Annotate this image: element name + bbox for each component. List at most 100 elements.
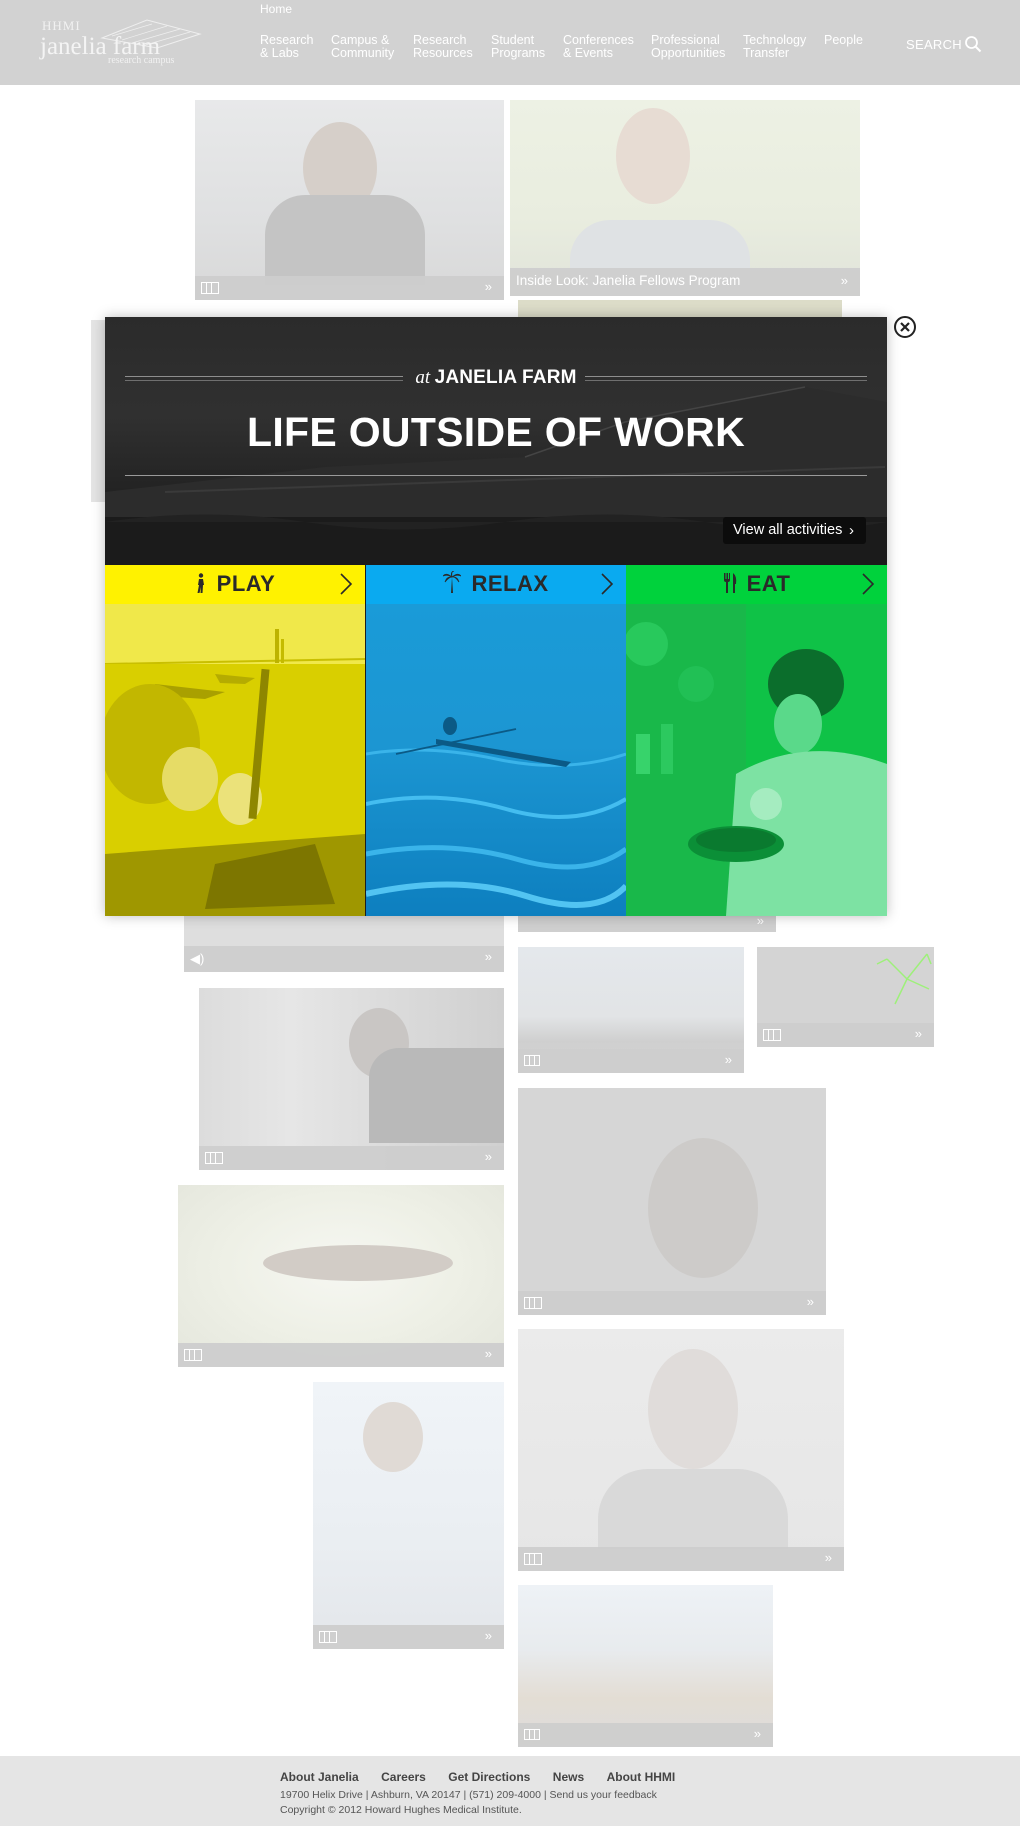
modal-title: LIFE OUTSIDE OF WORK: [247, 409, 745, 455]
site-header: HHMI janelia farm research campus Home R…: [0, 0, 1020, 85]
double-chevron-icon: »: [484, 1346, 492, 1361]
tile-caption-bar: ◀) »: [184, 946, 504, 972]
janelia-farm-logo[interactable]: HHMI janelia farm research campus: [40, 16, 202, 68]
footer-address: 19700 Helix Drive | Ashburn, VA 20147 | …: [280, 1789, 657, 1801]
footer-link-about-hhmi[interactable]: About HHMI: [607, 1770, 676, 1784]
double-chevron-icon: »: [824, 1550, 832, 1565]
tile-lab-video[interactable]: »: [313, 1382, 504, 1649]
tile-figure: [598, 1469, 788, 1549]
modal-kicker: at JANELIA FARM: [105, 367, 887, 389]
nav-conferences-events[interactable]: Conferences & Events: [563, 34, 634, 60]
logo-subtitle: research campus: [108, 55, 175, 66]
walking-person-icon: [197, 573, 204, 593]
double-chevron-icon: »: [840, 273, 848, 288]
kicker-at: at: [415, 367, 431, 388]
fork-knife-icon: [723, 573, 736, 593]
footer-link-news[interactable]: News: [553, 1770, 584, 1784]
play-photo: [105, 604, 365, 916]
tile-researcher-video[interactable]: »: [195, 100, 504, 300]
film-icon: [319, 1631, 337, 1643]
speaker-icon: ◀): [190, 951, 205, 966]
site-footer: About Janelia Careers Get Directions New…: [0, 1756, 1020, 1826]
double-chevron-icon: »: [484, 279, 492, 294]
tile-caption-bar: »: [199, 1146, 504, 1170]
close-modal-button[interactable]: [894, 316, 916, 338]
category-eat[interactable]: EAT: [626, 565, 887, 916]
footer-link-about-janelia[interactable]: About Janelia: [280, 1770, 359, 1784]
view-all-label: View all activities: [733, 522, 843, 538]
tile-figure: [369, 1048, 504, 1143]
double-chevron-icon: »: [914, 1026, 922, 1041]
film-icon: [205, 1152, 223, 1164]
tile-dragonfly-video[interactable]: »: [178, 1185, 504, 1367]
nav-research-resources[interactable]: Research Resources: [413, 34, 473, 60]
double-chevron-icon: »: [484, 1628, 492, 1643]
nav-student-programs[interactable]: Student Programs: [491, 34, 545, 60]
double-chevron-icon: »: [484, 1149, 492, 1164]
category-eat-label: EAT: [746, 571, 791, 596]
double-chevron-icon: »: [724, 1052, 732, 1067]
chevron-right-icon: [601, 573, 614, 595]
chevron-right-icon: [340, 573, 353, 595]
category-play[interactable]: PLAY: [105, 565, 365, 916]
gallery-icon: [524, 1055, 540, 1066]
title-rule-bottom: [125, 475, 867, 476]
tile-microscope-video[interactable]: »: [199, 988, 504, 1170]
tile-caption-bar: »: [178, 1343, 504, 1367]
tile-caption-bar: »: [518, 1291, 826, 1315]
search-label[interactable]: SEARCH: [906, 37, 962, 52]
tile-yoga-gallery[interactable]: »: [518, 1585, 773, 1747]
nav-home-link[interactable]: Home: [260, 2, 292, 16]
nav-campus-community[interactable]: Campus & Community: [331, 34, 394, 60]
neuron-graphic-icon: [876, 953, 932, 1005]
footer-link-get-directions[interactable]: Get Directions: [448, 1770, 530, 1784]
double-chevron-icon: »: [806, 1294, 814, 1309]
view-all-activities-button[interactable]: View all activities ›: [723, 517, 866, 544]
tile-caption-bar: »: [518, 1049, 744, 1073]
modal-hero: at JANELIA FARM LIFE OUTSIDE OF WORK Vie…: [105, 317, 887, 565]
tile-caption-bar: »: [518, 1547, 844, 1571]
tile-campus-gallery[interactable]: »: [518, 947, 744, 1073]
eat-photo: [626, 604, 887, 916]
tile-neuron-video[interactable]: »: [757, 947, 934, 1047]
life-outside-work-modal: at JANELIA FARM LIFE OUTSIDE OF WORK Vie…: [105, 317, 887, 916]
chevron-right-icon: ›: [849, 522, 854, 539]
category-relax-label: RELAX: [471, 571, 549, 596]
film-icon: [524, 1553, 542, 1565]
nav-technology-transfer[interactable]: Technology Transfer: [743, 34, 806, 60]
gallery-icon: [524, 1729, 540, 1740]
tile-caption-bar: »: [313, 1625, 504, 1649]
logo-org: HHMI: [42, 18, 81, 33]
tile-caption-bar: »: [195, 276, 504, 300]
category-play-label: PLAY: [216, 571, 276, 596]
category-relax-header[interactable]: RELAX: [366, 565, 626, 604]
tile-student-video[interactable]: »: [518, 1329, 844, 1571]
category-eat-header[interactable]: EAT: [626, 565, 887, 604]
tile-caption-bar: »: [757, 1023, 934, 1047]
tile-caption-bar: Inside Look: Janelia Fellows Program »: [510, 268, 860, 296]
search-icon[interactable]: [964, 35, 982, 53]
film-icon: [524, 1297, 542, 1309]
tile-portrait-video[interactable]: »: [518, 1088, 826, 1315]
footer-copyright: Copyright © 2012 Howard Hughes Medical I…: [280, 1804, 522, 1816]
tile-audio[interactable]: ◀) »: [184, 910, 504, 972]
kicker-place: JANELIA FARM: [434, 367, 577, 388]
double-chevron-icon: »: [753, 1726, 761, 1741]
double-chevron-icon: »: [484, 949, 492, 964]
relax-photo: [366, 604, 626, 916]
film-icon: [184, 1349, 202, 1361]
film-icon: [201, 282, 219, 294]
category-play-header[interactable]: PLAY: [105, 565, 365, 604]
fellows-caption[interactable]: Inside Look: Janelia Fellows Program: [516, 273, 740, 288]
category-relax[interactable]: RELAX: [366, 565, 626, 916]
nav-people[interactable]: People: [824, 34, 863, 47]
tile-figure: [265, 195, 425, 285]
footer-link-careers[interactable]: Careers: [381, 1770, 426, 1784]
dragonfly-shape: [263, 1245, 453, 1281]
palm-tree-icon: [443, 571, 462, 593]
nav-research-labs[interactable]: Research & Labs: [260, 34, 314, 60]
tile-caption-bar: »: [518, 1723, 773, 1747]
nav-professional-opportunities[interactable]: Professional Opportunities: [651, 34, 725, 60]
tile-fellows-video[interactable]: Inside Look: Janelia Fellows Program »: [510, 100, 860, 296]
close-icon: [900, 322, 910, 332]
